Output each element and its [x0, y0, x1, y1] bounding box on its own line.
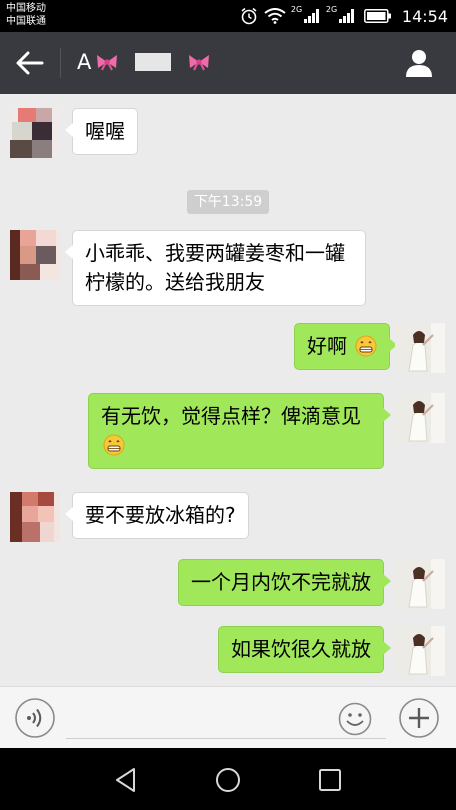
message-bubble[interactable]: 如果饮很久就放: [218, 626, 391, 673]
message-bubble[interactable]: 好啊: [294, 323, 398, 370]
input-bar: [0, 686, 456, 748]
status-bar: 中国移动 中国联通 2G 2G 14:54: [0, 0, 456, 32]
message-text: 一个月内饮不完就放: [191, 570, 371, 594]
nav-home-icon[interactable]: [214, 766, 242, 794]
avatar[interactable]: [395, 559, 445, 609]
voice-icon[interactable]: [14, 697, 56, 739]
signal-icon: 2G: [291, 5, 319, 23]
avatar[interactable]: [395, 626, 445, 676]
message-text: 如果饮很久就放: [231, 637, 371, 661]
message-text: 要不要放冰箱的?: [85, 503, 236, 527]
message-bubble[interactable]: 小乖乖、我要两罐姜枣和一罐柠檬的。送给我朋友: [65, 230, 366, 306]
redacted-name: [135, 53, 172, 71]
message-text: 喔喔: [85, 119, 125, 143]
nav-back-icon[interactable]: [112, 766, 140, 794]
avatar[interactable]: [10, 230, 60, 280]
message-text: 好啊: [307, 334, 347, 358]
bow-icon: [97, 55, 118, 71]
carrier-2: 中国联通: [6, 16, 46, 27]
avatar[interactable]: [395, 323, 445, 373]
avatar[interactable]: [10, 108, 60, 158]
chat-header: A: [0, 32, 456, 94]
message-timestamp: 下午13:59: [187, 190, 269, 214]
person-icon[interactable]: [404, 48, 434, 78]
signal-icon-2: 2G: [326, 5, 354, 23]
smiley-icon[interactable]: [338, 702, 372, 736]
message-text: 小乖乖、我要两罐姜枣和一罐柠檬的。送给我朋友: [85, 241, 345, 294]
plus-icon[interactable]: [398, 697, 440, 739]
arrow-left-icon[interactable]: [14, 48, 46, 78]
message-bubble[interactable]: 一个月内饮不完就放: [178, 559, 391, 606]
nav-recent-icon[interactable]: [316, 766, 344, 794]
title-initial: A: [77, 50, 92, 74]
avatar[interactable]: [395, 393, 445, 443]
carrier-names: 中国移动 中国联通: [6, 2, 46, 28]
status-icons: 2G 2G 14:54: [240, 4, 448, 28]
message-bubble[interactable]: 喔喔: [65, 108, 138, 155]
clock: 14:54: [401, 6, 448, 26]
network-type-2: 2G: [325, 5, 338, 14]
alarm-icon: [241, 7, 257, 25]
carrier-1: 中国移动: [6, 3, 46, 14]
avatar[interactable]: [10, 492, 60, 542]
message-bubble[interactable]: 有无饮，觉得点样？俾滴意见: [88, 393, 391, 469]
chat-title: A: [77, 50, 211, 74]
header-divider: [60, 48, 61, 78]
grin-emoji-icon: [355, 335, 377, 357]
wifi-icon: [264, 8, 286, 24]
message-list[interactable]: 喔喔 下午13:59 小乖乖、我要两罐姜枣和一罐柠檬的。送给我朋友 好啊 有无饮…: [0, 94, 456, 686]
message-text: 有无饮，觉得点样？俾滴意见: [101, 404, 361, 428]
network-type-1: 2G: [290, 5, 303, 14]
grin-emoji-icon: [103, 434, 125, 456]
battery-icon: [363, 9, 391, 23]
system-nav-bar: [0, 748, 456, 810]
bow-icon-2: [189, 55, 210, 71]
message-bubble[interactable]: 要不要放冰箱的?: [65, 492, 249, 539]
